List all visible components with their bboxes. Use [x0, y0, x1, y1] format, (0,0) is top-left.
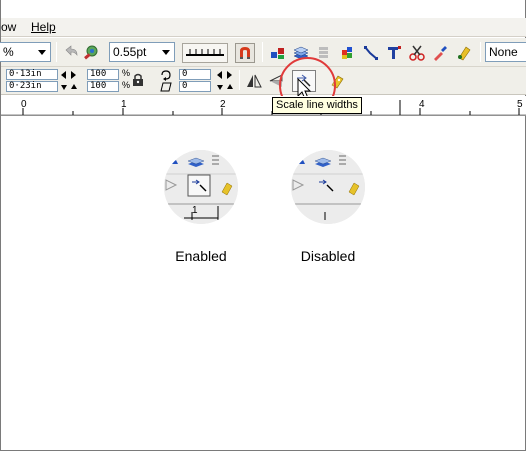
percent-label: % [122, 80, 131, 90]
toolbar-infobar: 0·13in 0·23in 100 100 % % 0 0 [1, 67, 526, 95]
y-position-field[interactable]: 0·23in [6, 81, 58, 92]
tooltip: Scale line widths [272, 97, 362, 114]
rotate-right-icon[interactable] [227, 71, 232, 79]
fill-tool-icon[interactable] [455, 44, 473, 62]
enabled-magnifier: 1 [164, 150, 238, 224]
toolbar-top: % 0.55pt None [0, 38, 526, 67]
lock-aspect-icon[interactable] [131, 72, 145, 88]
separator [262, 42, 263, 62]
scale-width-field[interactable]: 100 [87, 69, 119, 80]
snap-magnet-icon[interactable] [235, 43, 255, 63]
flip-horizontal-icon[interactable] [245, 72, 263, 90]
arrange-icon[interactable] [269, 44, 287, 62]
nudge-left-icon[interactable] [61, 71, 66, 79]
menu-help[interactable]: Help [31, 20, 56, 34]
rotation-field[interactable]: 0 [179, 69, 211, 80]
ruler-label: 2 [220, 99, 226, 110]
menu-window[interactable]: ow [1, 20, 16, 34]
ruler-label: 1 [192, 205, 198, 216]
horizontal-ruler: 0 1 2 4 5 [1, 96, 526, 116]
app-window: ow Help % 0.55pt None 0·13in 0·23in 100 … [0, 0, 526, 451]
nudge-up-icon[interactable] [71, 84, 77, 89]
disabled-caption: Disabled [300, 248, 356, 264]
line-width-value: 0.55pt [113, 45, 147, 59]
zoom-combo-value: % [3, 45, 14, 59]
menu-bar: ow Help [1, 18, 526, 37]
line-width-combo[interactable]: 0.55pt [109, 42, 175, 62]
eyedropper-icon[interactable] [431, 44, 449, 62]
color-palette-icon[interactable] [339, 44, 357, 62]
ruler-label: 4 [419, 99, 425, 110]
disabled-toolbar-zoom [291, 150, 365, 224]
ruler-label: 5 [517, 99, 523, 110]
scale-height-field[interactable]: 100 [87, 81, 119, 92]
skew-up-icon[interactable] [227, 84, 233, 89]
enabled-toolbar-zoom [164, 150, 238, 224]
scissors-icon[interactable] [408, 44, 426, 62]
zoom-combo[interactable]: % [0, 42, 51, 62]
skew-field[interactable]: 0 [179, 81, 211, 92]
rotate-left-icon[interactable] [217, 71, 222, 79]
undo-icon[interactable] [62, 44, 80, 62]
nudge-down-icon[interactable] [61, 85, 67, 90]
separator [56, 42, 57, 62]
ruler-ticks [1, 100, 526, 116]
none-combo[interactable]: None [485, 42, 526, 62]
nudge-right-icon[interactable] [71, 71, 76, 79]
x-position-field[interactable]: 0·13in [6, 69, 58, 80]
separator [239, 70, 240, 90]
none-combo-value: None [489, 45, 518, 59]
zoom-tool-icon[interactable] [82, 44, 100, 62]
enabled-caption: Enabled [175, 248, 227, 264]
bezier-tool-icon[interactable] [362, 44, 380, 62]
ruler-label: 0 [21, 99, 27, 110]
line-style-icon[interactable] [182, 43, 228, 63]
percent-label: % [122, 68, 131, 78]
chevron-down-icon[interactable] [35, 45, 48, 59]
chevron-down-icon[interactable] [159, 45, 172, 59]
skew-icon[interactable] [159, 81, 173, 93]
disabled-magnifier [291, 150, 365, 224]
skew-down-icon[interactable] [217, 85, 223, 90]
ruler-label: 1 [121, 99, 127, 110]
text-tool-icon[interactable] [385, 44, 403, 62]
separator [480, 42, 481, 62]
rotate-icon[interactable] [159, 69, 173, 81]
